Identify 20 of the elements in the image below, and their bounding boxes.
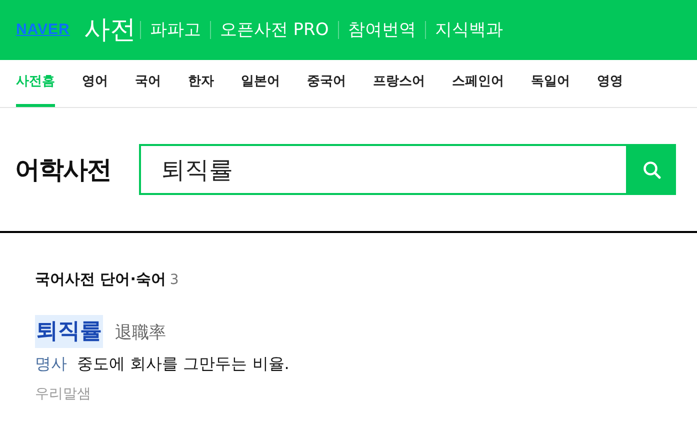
part-of-speech: 명사 — [35, 353, 67, 375]
nav-tab[interactable]: 영어 — [82, 59, 108, 107]
nav-tab[interactable]: 스페인어 — [452, 59, 504, 107]
search-button[interactable] — [628, 144, 676, 195]
search-title: 어학사전 — [15, 154, 111, 186]
definition-text: 중도에 회사를 그만두는 비율. — [77, 353, 290, 375]
source-text: 우리말샘 — [35, 385, 92, 404]
search-icon — [643, 160, 661, 178]
nav-tab[interactable]: 영영 — [597, 59, 623, 107]
search-field[interactable]: 퇴직률 — [139, 144, 628, 195]
entry-word[interactable]: 퇴직률 — [35, 315, 103, 348]
section-title: 국어사전 단어·숙어 — [35, 269, 166, 290]
nav-tab[interactable]: 중국어 — [307, 59, 346, 107]
result-count: 3 — [170, 271, 179, 290]
hanja-text: 退職率 — [115, 322, 166, 345]
nav-tab[interactable]: 한자 — [188, 59, 214, 107]
nav-tab[interactable]: 프랑스어 — [373, 59, 425, 107]
nav-tab[interactable]: 독일어 — [531, 59, 570, 107]
nav-tab[interactable]: 국어 — [135, 59, 161, 107]
nav-tab[interactable]: 일본어 — [241, 59, 280, 107]
